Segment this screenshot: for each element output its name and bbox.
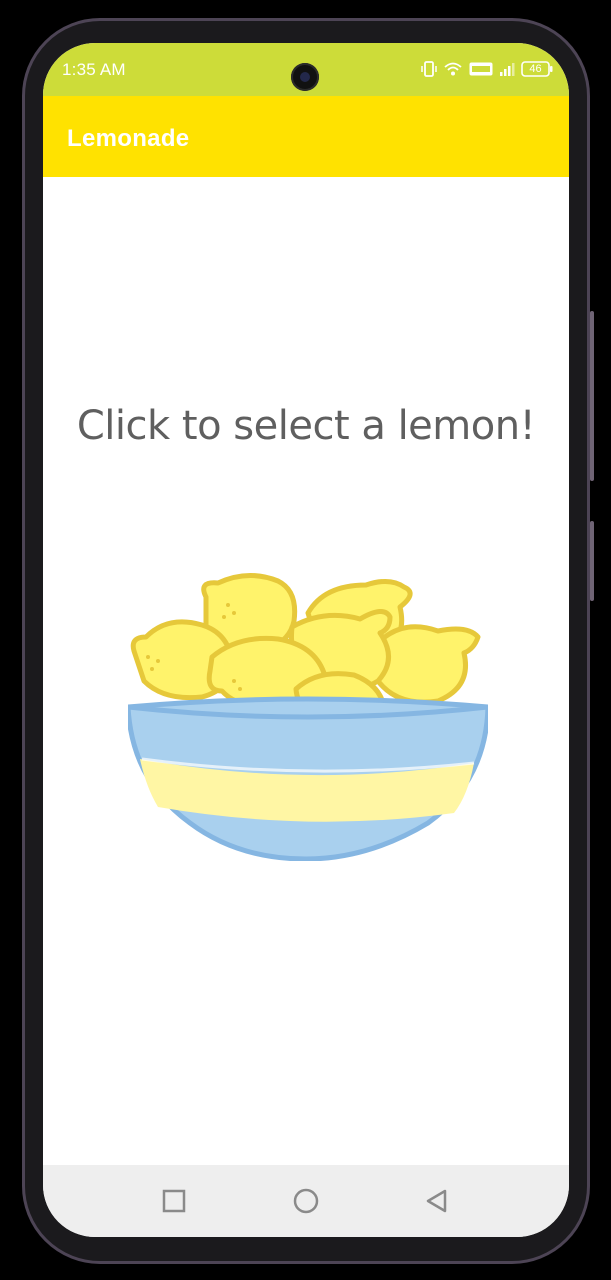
battery-level: 46 [529,63,542,75]
volte-icon [469,62,493,76]
battery-icon: 46 [521,61,553,77]
volume-button [590,311,594,481]
status-bar: 1:35 AM 46 [43,43,569,96]
home-button[interactable] [292,1187,320,1215]
recent-apps-icon [162,1189,186,1213]
device-screen: 1:35 AM 46 Lemonade Click to select a le… [43,43,569,1237]
back-icon [426,1189,447,1213]
vibrate-icon [421,60,437,78]
front-camera [291,63,319,91]
app-bar: Lemonade [43,96,569,177]
status-time: 1:35 AM [62,60,126,79]
navigation-bar [43,1165,569,1237]
app-title: Lemonade [67,125,190,152]
main-content: Click to select a lemon! [43,177,569,1165]
wifi-icon [443,61,463,77]
instruction-text: Click to select a lemon! [76,403,536,449]
home-icon [293,1188,319,1214]
power-button [590,521,594,601]
status-icons: 46 [421,59,553,79]
recent-apps-button[interactable] [160,1187,188,1215]
lemon-tree-bowl-icon [125,573,491,862]
lemon-bowl-button[interactable] [125,541,491,862]
back-button[interactable] [423,1187,451,1215]
signal-icon [499,61,515,77]
